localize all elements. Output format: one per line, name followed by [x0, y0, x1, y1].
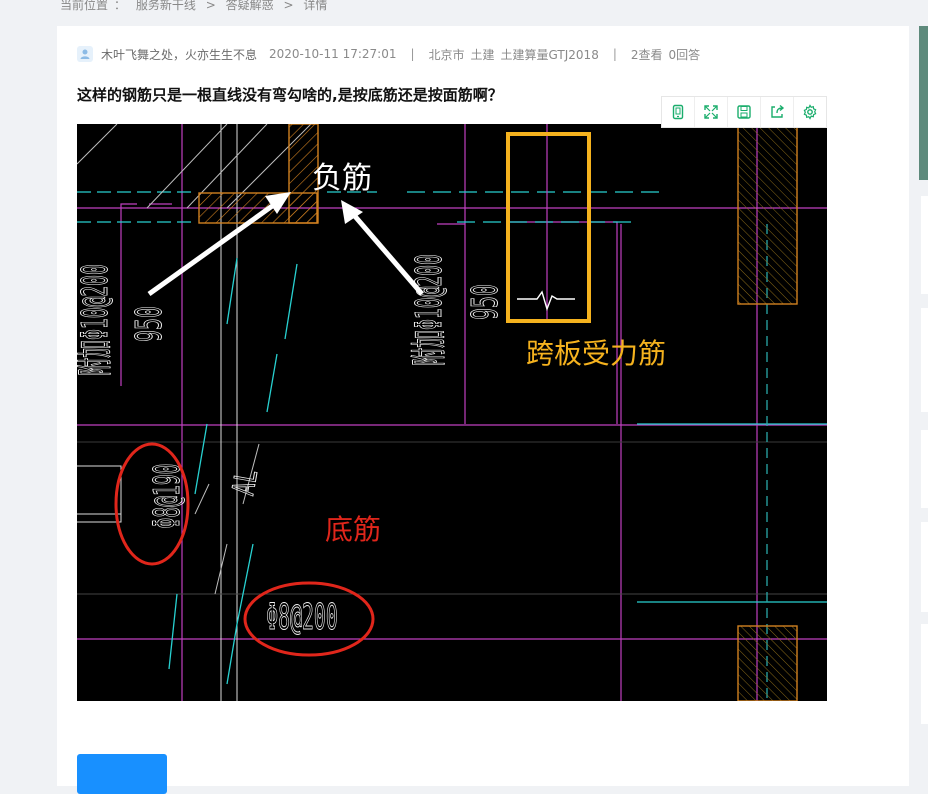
cad-drawing: 950 附加Φ10@200 950 附加Φ10@200 Φ8@190 AL Φ8… — [77, 124, 827, 701]
breadcrumb-sep: > — [205, 0, 216, 12]
sidebar-card — [921, 522, 928, 612]
save-icon — [737, 105, 751, 119]
negative-rebar-annotation: 负筋 — [147, 161, 424, 297]
phone-icon — [672, 104, 684, 120]
neg-rebar-label: 负筋 — [312, 161, 372, 196]
magenta-grid — [77, 124, 827, 701]
breadcrumb-item-detail: 详情 — [303, 0, 328, 12]
post-datetime: 2020-10-11 17:27:01 — [269, 47, 397, 61]
question-meta: 木叶飞舞之处，火亦生生不息 2020-10-11 17:27:01 | 北京市 … — [77, 45, 700, 63]
sidebar-card — [921, 430, 928, 508]
fullscreen-icon — [704, 105, 718, 119]
share-icon — [771, 104, 785, 118]
white-structure-lines — [77, 124, 827, 701]
breadcrumb-colon: ： — [114, 0, 127, 12]
question-title: 这样的钢筋只是一根直线没有弯勾啥的,是按底筋还是按面筋啊？ — [77, 86, 503, 104]
share-button[interactable] — [761, 97, 794, 127]
view-count: 2查看 — [630, 47, 663, 62]
image-toolbar — [661, 96, 827, 128]
city-tag: 北京市 — [428, 47, 465, 62]
beam-label-al: AL — [227, 467, 266, 498]
bottom-rebar-label: 底筋 — [325, 513, 381, 546]
sidebar-banner[interactable] — [919, 26, 928, 180]
sidebar-card — [921, 196, 928, 294]
span-rebar-annotation: 跨板受力筋 — [506, 124, 666, 370]
right-sidebar — [919, 0, 928, 765]
breadcrumb-sep: > — [283, 0, 294, 12]
sidebar-card — [921, 308, 928, 412]
breadcrumb: 当前位置 ： 服务新干线 > 答疑解惑 > 详情 — [60, 0, 333, 13]
save-image-button[interactable] — [728, 97, 761, 127]
author-name[interactable]: 木叶飞舞之处，火亦生生不息 — [101, 46, 257, 63]
span-rebar-label: 跨板受力筋 — [526, 337, 666, 370]
meta-separator: | — [612, 47, 617, 61]
user-icon — [80, 49, 90, 59]
settings-icon — [803, 104, 817, 120]
software-tag: 土建算量GTJ2018 — [500, 47, 599, 62]
breadcrumb-item-service[interactable]: 服务新干线 — [136, 0, 196, 12]
fullscreen-button[interactable] — [695, 97, 728, 127]
view-on-phone-button[interactable] — [662, 97, 695, 127]
sidebar-card — [921, 624, 928, 724]
rebar-label-top-left: 附加Φ10@200 — [77, 264, 116, 376]
dim-label-right: 950 — [464, 284, 506, 320]
answer-count: 0回答 — [668, 47, 701, 62]
major-tag: 土建 — [470, 47, 495, 62]
breadcrumb-label: 当前位置 — [60, 0, 109, 12]
rebar-label-top-right: 附加Φ10@200 — [408, 254, 450, 366]
cyan-rebars — [77, 191, 827, 701]
question-card: 木叶飞舞之处，火亦生生不息 2020-10-11 17:27:01 | 北京市 … — [57, 26, 909, 794]
dim-label-left: 950 — [128, 306, 170, 342]
settings-button[interactable] — [794, 97, 826, 127]
question-image[interactable]: 950 附加Φ10@200 950 附加Φ10@200 Φ8@190 AL Φ8… — [77, 124, 827, 701]
breadcrumb-item-qa[interactable]: 答疑解惑 — [226, 0, 274, 12]
avatar[interactable] — [77, 46, 93, 62]
rebar-label-bottom: Φ8@200 — [266, 596, 338, 638]
answer-button[interactable] — [77, 754, 167, 794]
meta-separator: | — [410, 47, 415, 61]
